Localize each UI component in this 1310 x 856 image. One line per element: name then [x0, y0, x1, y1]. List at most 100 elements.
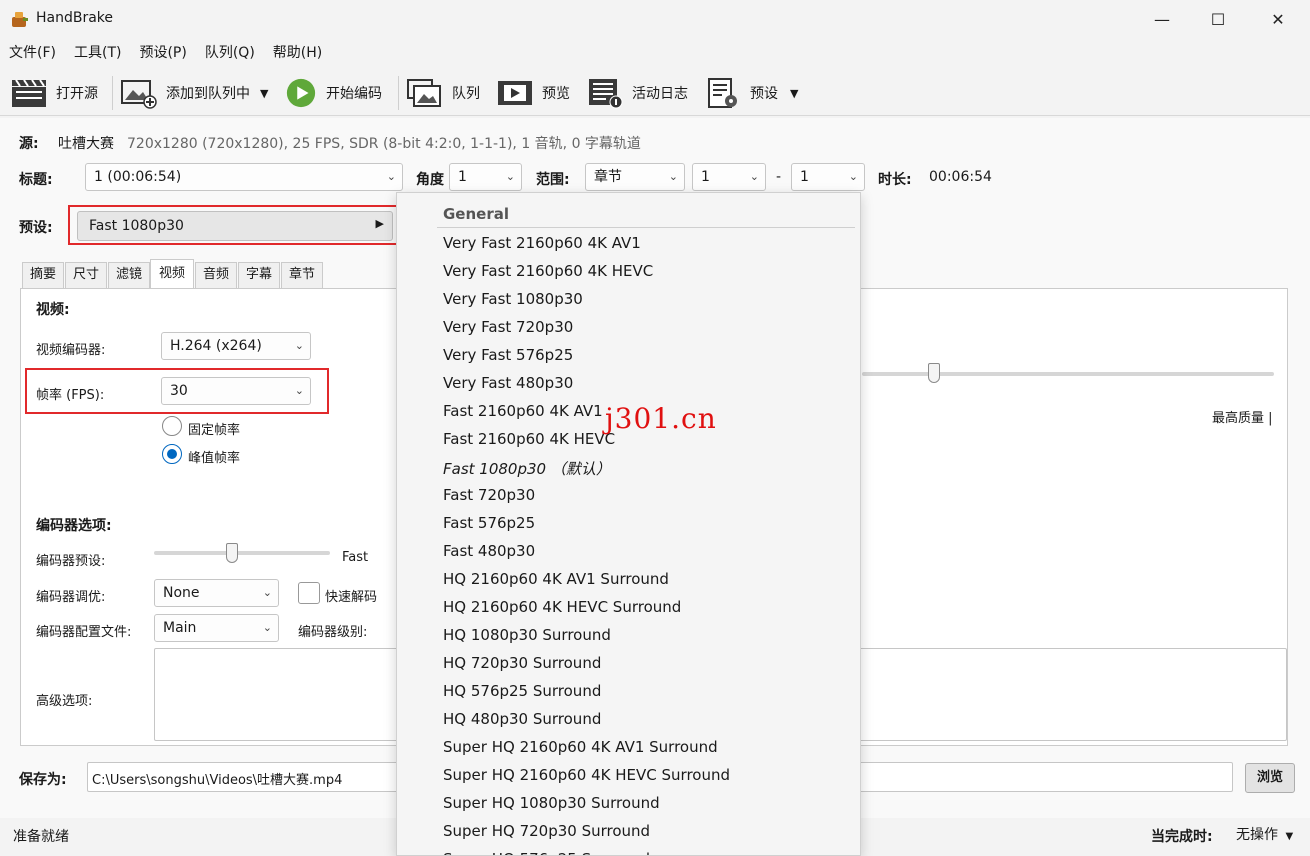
source-name: 吐槽大赛 — [58, 136, 114, 152]
range-end-select[interactable]: 1 ⌄ — [791, 163, 865, 191]
preset-menu-item[interactable]: Fast 480p30 — [443, 542, 535, 560]
queue-button[interactable]: 队列 — [406, 74, 480, 112]
clapperboard-icon — [12, 79, 46, 107]
peak-fps-radio[interactable] — [162, 444, 182, 464]
quality-slider-track[interactable] — [862, 372, 1274, 376]
activity-log-button[interactable]: 活动日志 — [586, 74, 688, 112]
preset-menu-item[interactable]: Fast 2160p60 4K HEVC — [443, 430, 615, 448]
encoder-preset-slider-track[interactable] — [154, 551, 330, 555]
menu-queue[interactable]: 队列(Q) — [196, 40, 264, 66]
preset-menu-item[interactable]: HQ 1080p30 Surround — [443, 626, 611, 644]
menu-help[interactable]: 帮助(H) — [264, 40, 331, 66]
preset-menu-item[interactable]: Fast 1080p30 （默认） — [443, 458, 611, 479]
tab-chapters[interactable]: 章节 — [281, 262, 323, 288]
chevron-down-icon: ⌄ — [294, 339, 304, 352]
start-encode-button[interactable]: 开始编码 — [284, 74, 382, 112]
preset-menu-item[interactable]: Super HQ 720p30 Surround — [443, 822, 650, 840]
tab-audio[interactable]: 音频 — [195, 262, 237, 288]
range-type-select[interactable]: 章节 ⌄ — [585, 163, 685, 191]
preset-menu-item[interactable]: Fast 720p30 — [443, 486, 535, 504]
preset-menu-item[interactable]: HQ 576p25 Surround — [443, 682, 601, 700]
open-source-button[interactable]: 打开源 — [10, 74, 98, 112]
fast-decode-label: 快速解码 — [325, 590, 378, 605]
encoder-profile-label: 编码器配置文件: — [36, 625, 132, 640]
angle-select[interactable]: 1 ⌄ — [449, 163, 522, 191]
close-button[interactable]: ✕ — [1250, 0, 1306, 38]
preset-menu-item[interactable]: HQ 480p30 Surround — [443, 710, 601, 728]
preset-menu-item[interactable]: Very Fast 2160p60 4K AV1 — [443, 234, 641, 252]
add-to-queue-button[interactable]: 添加到队列中 ▼ — [120, 74, 268, 112]
preset-menu-item[interactable]: Very Fast 720p30 — [443, 318, 573, 336]
video-encoder-select[interactable]: H.264 (x264) ⌄ — [161, 332, 311, 360]
preset-menu-item[interactable]: Super HQ 576p25 Surround — [443, 850, 650, 855]
preset-menu-item[interactable]: HQ 2160p60 4K HEVC Surround — [443, 598, 681, 616]
chevron-down-icon[interactable]: ▼ — [260, 87, 268, 100]
encoder-profile-select[interactable]: Main ⌄ — [154, 614, 279, 642]
quality-max-label: 最高质量 | — [1212, 411, 1273, 426]
queue-images-icon — [407, 79, 441, 107]
preset-menu-item[interactable]: Very Fast 576p25 — [443, 346, 573, 364]
encoder-tune-select[interactable]: None ⌄ — [154, 579, 279, 607]
encoder-preset-slider-thumb[interactable] — [226, 543, 238, 563]
preset-menu-item[interactable]: Very Fast 1080p30 — [443, 290, 583, 308]
constant-fps-radio[interactable] — [162, 416, 182, 436]
preset-menu-item[interactable]: HQ 720p30 Surround — [443, 654, 601, 672]
encoder-preset-value: Fast — [342, 550, 369, 565]
menu-bar: 文件(F) 工具(T) 预设(P) 队列(Q) 帮助(H) — [0, 40, 331, 66]
minimize-button[interactable]: — — [1134, 0, 1190, 38]
encoder-profile-value: Main — [163, 620, 197, 636]
menu-file[interactable]: 文件(F) — [0, 40, 65, 66]
status-text: 准备就绪 — [13, 829, 69, 845]
chevron-down-icon[interactable]: ▼ — [790, 87, 798, 100]
window-title: HandBrake — [36, 10, 114, 26]
tab-dimensions[interactable]: 尺寸 — [65, 262, 107, 288]
preset-menu-item[interactable]: Very Fast 2160p60 4K HEVC — [443, 262, 653, 280]
handbrake-logo-icon — [12, 12, 28, 27]
title-select[interactable]: 1 (00:06:54) ⌄ — [85, 163, 403, 191]
range-start-value: 1 — [701, 169, 710, 185]
preset-menu-item[interactable]: Super HQ 2160p60 4K AV1 Surround — [443, 738, 718, 756]
tab-video[interactable]: 视频 — [150, 259, 194, 289]
range-start-select[interactable]: 1 ⌄ — [692, 163, 766, 191]
preset-menu-item[interactable]: Fast 576p25 — [443, 514, 535, 532]
add-image-icon — [121, 80, 157, 109]
source-info: 720x1280 (720x1280), 25 FPS, SDR (8-bit … — [127, 136, 641, 152]
preset-group-header[interactable]: General — [443, 205, 509, 223]
video-encoder-label: 视频编码器: — [36, 343, 106, 358]
fast-decode-checkbox[interactable] — [298, 582, 320, 604]
constant-fps-label: 固定帧率 — [188, 423, 241, 438]
presets-button[interactable]: 预设 ▼ — [704, 74, 798, 112]
angle-label: 角度 — [416, 172, 444, 188]
menu-tools[interactable]: 工具(T) — [65, 40, 130, 66]
maximize-button[interactable]: ☐ — [1190, 0, 1246, 38]
preset-menu-item[interactable]: Very Fast 480p30 — [443, 374, 573, 392]
when-done-select[interactable]: 无操作 ▼ — [1236, 824, 1293, 848]
open-source-label: 打开源 — [56, 86, 98, 102]
dropdown-divider — [437, 227, 855, 228]
preset-menu-item[interactable]: Super HQ 2160p60 4K HEVC Surround — [443, 766, 730, 784]
tab-filters[interactable]: 滤镜 — [108, 262, 150, 288]
encoder-tune-label: 编码器调优: — [36, 590, 106, 605]
toolbar-separator — [112, 76, 113, 110]
encoder-level-label: 编码器级别: — [298, 625, 368, 640]
start-encode-label: 开始编码 — [326, 86, 382, 102]
quality-slider-thumb[interactable] — [928, 363, 940, 383]
source-label: 源: — [19, 136, 39, 152]
add-to-queue-label: 添加到队列中 — [166, 86, 250, 102]
encoder-preset-label: 编码器预设: — [36, 554, 106, 569]
browse-button[interactable]: 浏览 — [1245, 763, 1295, 793]
video-section-title: 视频: — [36, 302, 70, 318]
chevron-down-icon: ⌄ — [262, 621, 272, 634]
preset-label: 预设: — [19, 220, 53, 236]
peak-fps-label: 峰值帧率 — [188, 451, 241, 466]
preview-button[interactable]: 预览 — [496, 74, 570, 112]
preset-menu-item[interactable]: Super HQ 1080p30 Surround — [443, 794, 660, 812]
preset-menu-item[interactable]: HQ 2160p60 4K AV1 Surround — [443, 570, 669, 588]
save-path-value: C:\Users\songshu\Videos\吐槽大赛.mp4 — [92, 773, 343, 788]
tab-summary[interactable]: 摘要 — [22, 262, 64, 288]
title-bar: HandBrake — ☐ ✕ — [0, 0, 1310, 38]
menu-presets[interactable]: 预设(P) — [130, 40, 195, 66]
chevron-down-icon: ⌄ — [668, 170, 678, 183]
tab-subtitles[interactable]: 字幕 — [238, 262, 280, 288]
preset-menu-item[interactable]: Fast 2160p60 4K AV1 — [443, 402, 603, 420]
